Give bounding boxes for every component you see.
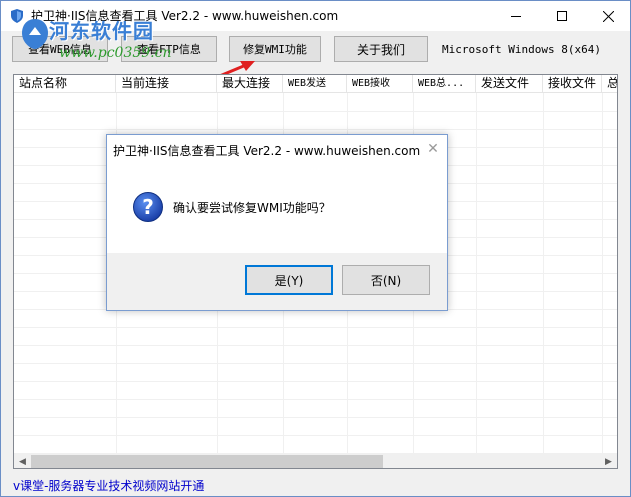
column-web-received[interactable]: WEB接收: [347, 75, 413, 93]
scroll-left-icon[interactable]: ◀: [14, 453, 31, 468]
minimize-button[interactable]: [493, 1, 539, 31]
no-button[interactable]: 否(N): [342, 265, 430, 295]
column-current-connections[interactable]: 当前连接: [116, 75, 217, 93]
question-icon: ?: [133, 192, 163, 222]
yes-button[interactable]: 是(Y): [245, 265, 333, 295]
about-us-button[interactable]: 关于我们: [334, 36, 428, 62]
status-link[interactable]: v课堂-服务器专业技术视频网站开通: [13, 477, 204, 494]
grid-row-line: [14, 129, 617, 130]
grid-column-line: [476, 93, 477, 453]
yes-button-label: 是(Y): [274, 273, 304, 288]
column-web-total[interactable]: WEB总...: [413, 75, 476, 93]
grid-row-line: [14, 345, 617, 346]
horizontal-scrollbar[interactable]: ◀ ▶: [14, 453, 617, 468]
grid-row-line: [14, 111, 617, 112]
grid-row-line: [14, 363, 617, 364]
minimize-icon: [511, 15, 521, 17]
grid-row-line: [14, 435, 617, 436]
column-files-sent[interactable]: 发送文件: [476, 75, 543, 93]
dialog-close-icon[interactable]: ✕: [425, 141, 441, 157]
column-files-received[interactable]: 接收文件: [543, 75, 602, 93]
grid-row-line: [14, 399, 617, 400]
column-site-name[interactable]: 站点名称: [14, 75, 116, 93]
grid-column-line: [602, 93, 603, 453]
grid-column-line: [543, 93, 544, 453]
watermark-logo-icon: [22, 19, 48, 49]
grid-row-line: [14, 381, 617, 382]
dialog-title: 护卫神·IIS信息查看工具 Ver2.2 - www.huweishen.com: [113, 144, 421, 158]
repair-wmi-label: 修复WMI功能: [243, 43, 307, 56]
os-label: Microsoft Windows 8(x64): [442, 43, 601, 56]
watermark: 河东软件园 www.pc0359.cn: [19, 15, 219, 69]
column-web-sent[interactable]: WEB发送: [283, 75, 347, 93]
grid-row-line: [14, 327, 617, 328]
dialog-message: 确认要尝试修复WMI功能吗？: [173, 201, 331, 215]
maximize-button[interactable]: [539, 1, 585, 31]
about-us-label: 关于我们: [356, 42, 405, 57]
confirm-dialog: 护卫神·IIS信息查看工具 Ver2.2 - www.huweishen.com…: [106, 134, 448, 311]
no-button-label: 否(N): [370, 273, 402, 288]
column-max-connections[interactable]: 最大连接: [217, 75, 283, 93]
grid-row-line: [14, 417, 617, 418]
column-total[interactable]: 总: [602, 75, 617, 93]
watermark-url: www.pc0359.cn: [59, 45, 172, 61]
scroll-right-icon[interactable]: ▶: [600, 453, 617, 468]
watermark-title: 河东软件园: [49, 19, 154, 43]
list-header: 站点名称 当前连接 最大连接 WEB发送 WEB接收 WEB总... 发送文件 …: [14, 75, 617, 93]
maximize-icon: [557, 11, 567, 21]
close-icon: [602, 10, 614, 22]
svg-text:?: ?: [142, 195, 154, 219]
scroll-thumb[interactable]: [31, 455, 383, 468]
close-button[interactable]: [585, 1, 631, 31]
dialog-footer: 是(Y) 否(N): [107, 253, 447, 310]
